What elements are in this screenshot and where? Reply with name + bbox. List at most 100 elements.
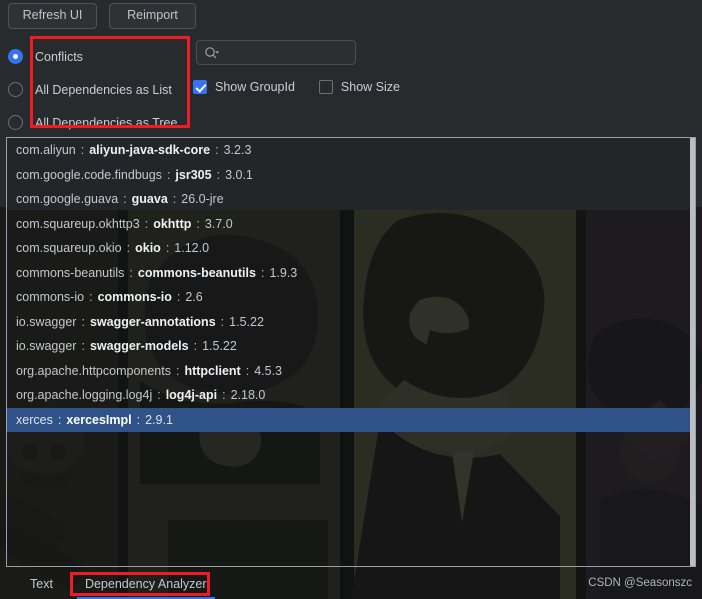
- radio-label-conflicts: Conflicts: [35, 49, 83, 64]
- view-mode-radio-group: Conflicts All Dependencies as List All D…: [8, 40, 177, 139]
- dependency-separator: :: [165, 241, 170, 256]
- search-icon: [204, 46, 219, 60]
- dependency-group-id: com.aliyun: [16, 143, 76, 158]
- dependency-version: 2.9.1: [145, 412, 173, 427]
- dependency-separator: :: [144, 216, 149, 231]
- dependency-artifact-id: log4j-api: [165, 388, 218, 403]
- dependency-group-id: commons-beanutils: [16, 265, 125, 280]
- dependency-row[interactable]: com.google.code.findbugs: jsr305:3.0.1: [7, 163, 695, 188]
- dependency-artifact-id: commons-io: [97, 290, 172, 305]
- radio-label-all-dependencies-as-list: All Dependencies as List: [35, 82, 172, 97]
- dependency-separator: :: [260, 265, 265, 280]
- dependency-list: com.aliyun: aliyun-java-sdk-core:3.2.3 com…: [7, 138, 695, 432]
- radio-icon-conflicts[interactable]: [8, 49, 23, 64]
- dependency-row[interactable]: org.apache.logging.log4j: log4j-api:2.18.…: [7, 383, 695, 408]
- dependency-separator: :: [57, 412, 62, 427]
- radio-icon-all-dependencies-as-tree[interactable]: [8, 115, 23, 130]
- display-options-group: Show GroupId Show Size: [193, 80, 424, 94]
- dependency-artifact-id: jsr305: [175, 167, 212, 182]
- dependency-group-id: xerces: [16, 412, 53, 427]
- dependency-list-panel[interactable]: com.aliyun: aliyun-java-sdk-core:3.2.3 com…: [6, 137, 696, 567]
- dependency-version: 1.12.0: [174, 241, 210, 256]
- radio-option-all-dependencies-as-tree[interactable]: All Dependencies as Tree: [8, 106, 177, 139]
- dependency-group-id: com.google.code.findbugs: [16, 167, 162, 182]
- dependency-version: 2.18.0: [230, 388, 266, 403]
- checkbox-icon-show-groupid[interactable]: [193, 80, 207, 94]
- maven-dependency-analyzer-window: Refresh UI Reimport Conflicts All Depend…: [0, 0, 702, 599]
- checkbox-label-show-groupid: Show GroupId: [215, 80, 295, 94]
- reimport-button[interactable]: Reimport: [109, 3, 196, 29]
- dependency-row[interactable]: commons-beanutils: commons-beanutils:1.9.…: [7, 261, 695, 286]
- dependency-group-id: org.apache.httpcomponents: [16, 363, 171, 378]
- dependency-row[interactable]: io.swagger: swagger-annotations:1.5.22: [7, 310, 695, 335]
- dependency-separator: :: [175, 363, 180, 378]
- dependency-row[interactable]: org.apache.httpcomponents: httpclient:4.5…: [7, 359, 695, 384]
- dependency-group-id: commons-io: [16, 290, 85, 305]
- checkbox-icon-show-size[interactable]: [318, 80, 333, 94]
- dependency-version: 1.9.3: [269, 265, 298, 280]
- dependency-separator: :: [172, 192, 177, 207]
- dependency-separator: :: [215, 143, 219, 158]
- dependency-row[interactable]: com.squareup.okhttp3: okhttp:3.7.0: [7, 212, 695, 237]
- dependency-artifact-id: okio: [135, 241, 161, 256]
- dependency-separator: :: [89, 290, 93, 305]
- dependency-artifact-id: commons-beanutils: [137, 265, 256, 280]
- refresh-ui-button[interactable]: Refresh UI: [8, 3, 97, 29]
- dependency-group-id: io.swagger: [16, 314, 77, 329]
- dependency-separator: :: [245, 363, 250, 378]
- dependency-artifact-id: swagger-annotations: [89, 314, 216, 329]
- dependency-separator: :: [123, 192, 127, 207]
- tab-text[interactable]: Text: [20, 573, 63, 595]
- dependency-version: 1.5.22: [229, 314, 264, 329]
- dependency-group-id: com.squareup.okhttp3: [16, 216, 140, 231]
- dependency-separator: :: [166, 167, 171, 182]
- dependency-version: 3.0.1: [225, 167, 253, 182]
- dependency-version: 4.5.3: [254, 363, 282, 378]
- dependency-version: 26.0-jre: [181, 192, 224, 207]
- radio-icon-all-dependencies-as-list[interactable]: [8, 82, 23, 97]
- search-box[interactable]: [196, 40, 356, 65]
- radio-option-conflicts[interactable]: Conflicts: [8, 40, 177, 73]
- checkbox-show-groupid[interactable]: Show GroupId: [193, 80, 295, 94]
- watermark-label: CSDN @Seasonszc: [588, 577, 692, 589]
- dependency-separator: :: [129, 265, 133, 280]
- dependency-artifact-id: okhttp: [153, 216, 192, 231]
- dependency-separator: :: [193, 339, 198, 354]
- checkbox-label-show-size: Show Size: [340, 80, 400, 94]
- dependency-group-id: com.google.guava: [16, 192, 119, 207]
- dependency-separator: :: [157, 388, 161, 403]
- dependency-group-id: io.swagger: [16, 339, 77, 354]
- list-vertical-scrollbar[interactable]: [690, 138, 695, 566]
- radio-label-all-dependencies-as-tree: All Dependencies as Tree: [35, 115, 178, 130]
- dependency-separator: :: [81, 339, 85, 354]
- dependency-version: 2.6: [185, 290, 203, 305]
- dependency-row[interactable]: commons-io: commons-io:2.6: [7, 285, 695, 310]
- dependency-group-id: org.apache.logging.log4j: [16, 388, 153, 403]
- dependency-separator: :: [136, 412, 141, 427]
- dependency-artifact-id: guava: [131, 192, 168, 207]
- dependency-separator: :: [222, 388, 226, 403]
- tab-dependency-analyzer[interactable]: Dependency Analyzer: [75, 573, 217, 599]
- dependency-version: 3.2.3: [223, 143, 252, 158]
- dependency-row[interactable]: com.aliyun: aliyun-java-sdk-core:3.2.3: [7, 138, 695, 163]
- dependency-artifact-id: aliyun-java-sdk-core: [89, 143, 211, 158]
- dependency-row[interactable]: com.squareup.okio: okio:1.12.0: [7, 236, 695, 261]
- dependency-row[interactable]: xerces: xercesImpl:2.9.1: [7, 407, 695, 432]
- radio-option-all-dependencies-as-list[interactable]: All Dependencies as List: [8, 73, 177, 106]
- dependency-separator: :: [220, 314, 225, 329]
- analyzer-toolbar: Refresh UI Reimport: [0, 0, 702, 30]
- dependency-group-id: com.squareup.okio: [16, 241, 122, 256]
- dependency-separator: :: [216, 167, 221, 182]
- dependency-artifact-id: httpclient: [184, 363, 241, 378]
- dependency-row[interactable]: io.swagger: swagger-models:1.5.22: [7, 334, 695, 359]
- dependency-separator: :: [196, 216, 200, 231]
- dependency-separator: :: [80, 143, 85, 158]
- checkbox-show-size[interactable]: Show Size: [318, 80, 400, 94]
- dependency-artifact-id: xercesImpl: [66, 412, 132, 427]
- search-input[interactable]: [222, 45, 340, 60]
- dependency-row[interactable]: com.google.guava: guava:26.0-jre: [7, 187, 695, 212]
- dependency-version: 1.5.22: [202, 339, 237, 354]
- dependency-version: 3.7.0: [204, 216, 233, 231]
- dependency-artifact-id: swagger-models: [89, 339, 189, 354]
- dependency-separator: :: [81, 314, 85, 329]
